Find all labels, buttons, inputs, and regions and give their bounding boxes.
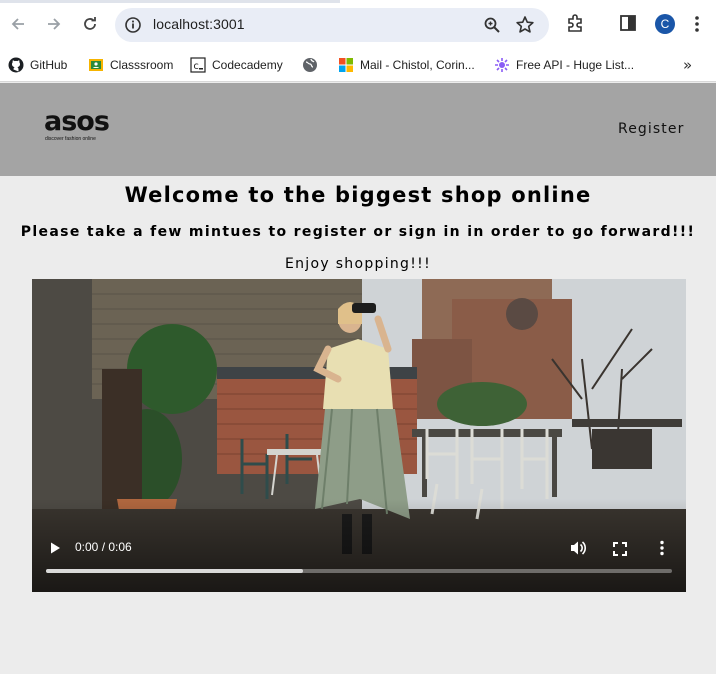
bookmark-label: Classsroom xyxy=(110,58,174,72)
back-arrow-icon xyxy=(11,18,24,30)
page-title: Welcome to the biggest shop online xyxy=(124,183,592,207)
bookmark-globe[interactable] xyxy=(302,55,324,75)
side-panel-icon[interactable] xyxy=(619,14,637,36)
svg-text:c: c xyxy=(193,61,199,72)
kebab-menu-icon[interactable] xyxy=(694,14,700,38)
logo-tagline: discover fashion online xyxy=(45,136,96,142)
asos-logo[interactable]: asos discover fashion online xyxy=(44,107,114,143)
globe-icon xyxy=(302,57,318,73)
bookmark-label: Mail - Chistol, Corin... xyxy=(360,58,475,72)
zoom-icon[interactable] xyxy=(483,16,501,38)
bookmark-label: Codecademy xyxy=(212,58,283,72)
volume-icon[interactable] xyxy=(569,540,587,560)
outlook-mail-icon xyxy=(338,57,354,73)
logo-wordmark: asos xyxy=(44,106,110,137)
video-buffered-bar xyxy=(46,569,303,573)
bookmark-label: Free API - Huge List... xyxy=(516,58,635,72)
register-link[interactable]: Register xyxy=(618,121,684,137)
page-tagline: Enjoy shopping!!! xyxy=(284,256,431,272)
back-button[interactable] xyxy=(7,13,29,35)
tab-strip xyxy=(0,0,716,3)
url-text[interactable]: localhost:3001 xyxy=(153,16,245,32)
reload-icon xyxy=(84,17,96,30)
api-icon xyxy=(494,57,510,73)
video-time: 0:00 / 0:06 xyxy=(75,540,132,554)
bookmarks-overflow-button[interactable]: » xyxy=(683,56,692,74)
browser-toolbar: localhost:3001 C xyxy=(0,0,716,48)
extensions-icon[interactable] xyxy=(565,13,585,37)
page-subtitle: Please take a few mintues to register or… xyxy=(20,224,696,240)
bookmark-label: GitHub xyxy=(30,58,68,72)
bookmark-star-icon[interactable] xyxy=(515,15,535,39)
bookmark-github[interactable]: GitHub xyxy=(8,55,67,75)
address-bar[interactable]: localhost:3001 xyxy=(115,8,549,42)
play-icon[interactable] xyxy=(48,540,62,559)
github-icon xyxy=(8,57,24,73)
reload-button[interactable] xyxy=(79,13,101,35)
bookmark-free-api[interactable]: Free API - Huge List... xyxy=(494,55,634,75)
active-tab-edge xyxy=(340,0,716,3)
site-info-icon[interactable] xyxy=(124,16,142,38)
video-progress-track[interactable] xyxy=(46,569,672,573)
bookmark-codecademy[interactable]: c Codecademy xyxy=(190,55,283,75)
bookmark-classroom[interactable]: Classsroom xyxy=(88,55,173,75)
bookmarks-bar: GitHub Classsroom c Codecademy Mail - Ch… xyxy=(0,48,716,82)
profile-avatar[interactable]: C xyxy=(655,14,675,34)
classroom-icon xyxy=(88,57,104,73)
more-options-icon[interactable] xyxy=(659,540,665,560)
video-player[interactable]: 0:00 / 0:06 xyxy=(32,279,686,592)
forward-button[interactable] xyxy=(43,13,65,35)
bookmark-mail[interactable]: Mail - Chistol, Corin... xyxy=(338,55,475,75)
forward-arrow-icon xyxy=(48,18,61,30)
codecademy-icon: c xyxy=(190,57,206,73)
site-header: asos discover fashion online Register xyxy=(0,83,716,176)
fullscreen-icon[interactable] xyxy=(613,541,627,560)
